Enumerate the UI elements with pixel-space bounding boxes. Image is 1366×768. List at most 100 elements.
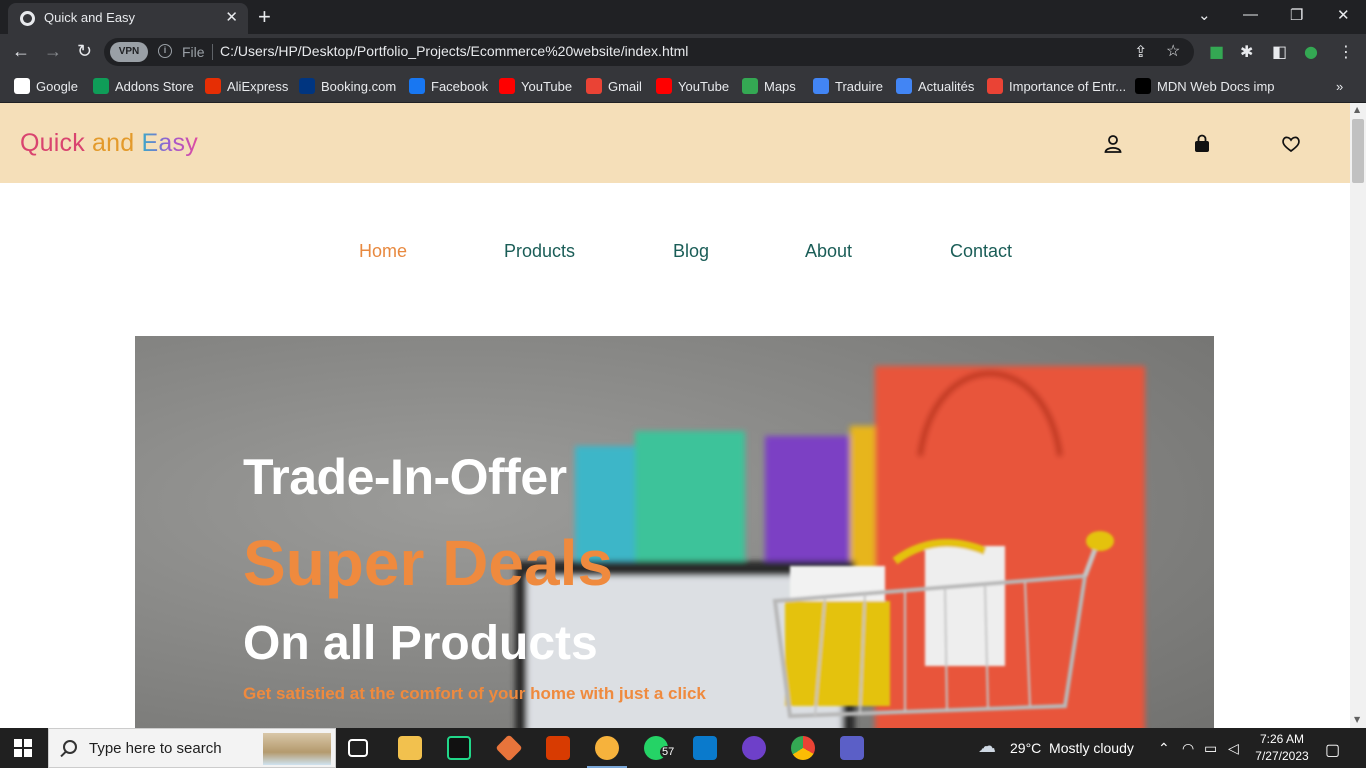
bookmark-label: Facebook xyxy=(431,78,489,94)
bookmark-item[interactable]: Actualités xyxy=(896,77,974,95)
nav-home[interactable]: Home xyxy=(359,241,407,262)
extensions-puzzle-icon[interactable]: ✱ xyxy=(1240,42,1253,61)
github-desktop-icon[interactable] xyxy=(742,736,766,760)
tab-close-button[interactable]: ✕ xyxy=(225,8,238,26)
menu-kebab-icon[interactable]: ⋮ xyxy=(1338,42,1354,61)
url-text[interactable]: C:/Users/HP/Desktop/Portfolio_Projects/E… xyxy=(220,43,688,59)
search-placeholder: Type here to search xyxy=(89,740,222,757)
weather-text[interactable]: 29°C Mostly cloudy xyxy=(1010,740,1134,756)
scroll-down-icon[interactable]: ▼ xyxy=(1354,715,1362,724)
notifications-icon[interactable]: ▢ xyxy=(1325,740,1340,760)
youtube-icon xyxy=(499,78,515,94)
wifi-icon[interactable]: ◠ xyxy=(1182,740,1194,757)
search-highlight-image[interactable] xyxy=(263,733,331,765)
chrome-icon[interactable] xyxy=(791,736,815,760)
heart-icon[interactable] xyxy=(1280,133,1302,155)
bookmark-label: Addons Store xyxy=(115,78,194,94)
bookmark-item[interactable]: YouTube xyxy=(656,77,729,95)
bookmark-item[interactable]: YouTube xyxy=(499,77,572,95)
addons-icon xyxy=(93,78,109,94)
gmail-icon xyxy=(586,78,602,94)
hero-title-trade-in: Trade-In-Offer xyxy=(243,449,567,505)
nav-about[interactable]: About xyxy=(805,241,852,262)
nav-blog[interactable]: Blog xyxy=(673,241,709,262)
vscode-icon[interactable] xyxy=(693,736,717,760)
volume-icon[interactable]: ◁ xyxy=(1228,740,1239,757)
nav-contact[interactable]: Contact xyxy=(950,241,1012,262)
bookmark-item[interactable]: Booking.com xyxy=(299,77,396,95)
user-icon[interactable] xyxy=(1102,133,1124,155)
teams-icon[interactable] xyxy=(840,736,864,760)
weather-cloud-icon[interactable]: ☁ xyxy=(978,736,996,757)
file-explorer-icon[interactable] xyxy=(398,736,422,760)
shopping-bag-icon[interactable] xyxy=(1191,133,1213,155)
system-clock[interactable]: 7:26 AM 7/27/2023 xyxy=(1252,731,1312,765)
bookmark-item[interactable]: MDN Web Docs imp xyxy=(1135,77,1275,95)
extension-lock-icon[interactable]: ■ xyxy=(1209,42,1224,61)
browser-app-icon[interactable] xyxy=(587,736,627,768)
mdn-icon xyxy=(1135,78,1151,94)
site-logo[interactable]: Quick and Easy xyxy=(20,129,198,158)
minimize-button[interactable]: — xyxy=(1243,6,1258,23)
globe-icon xyxy=(20,11,35,26)
bookmark-label: YouTube xyxy=(521,78,573,94)
main-nav: Home Products Blog About Contact xyxy=(0,241,1350,271)
whatsapp-badge: 57 xyxy=(660,746,677,758)
bookmark-item[interactable]: Gmail xyxy=(586,77,642,95)
bookmark-label: Maps xyxy=(764,78,796,94)
git-icon[interactable] xyxy=(495,734,523,762)
page-viewport: Quick and Easy Home Products Blog About … xyxy=(0,103,1350,728)
clock-time: 7:26 AM xyxy=(1259,732,1305,746)
bookmark-label: Gmail xyxy=(608,78,642,94)
back-icon[interactable]: ← xyxy=(12,41,30,62)
address-bar[interactable]: VPN i File C:/Users/HP/Desktop/Portfolio… xyxy=(104,38,1194,66)
scroll-thumb[interactable] xyxy=(1352,119,1364,183)
bookmark-item[interactable]: Importance of Entr... xyxy=(987,77,1126,95)
pycharm-icon[interactable] xyxy=(447,736,471,760)
news-icon xyxy=(896,78,912,94)
side-panel-icon[interactable]: ◧ xyxy=(1272,42,1287,61)
bookmark-label: Importance of Entr... xyxy=(1009,78,1127,94)
bookmark-item[interactable]: Addons Store xyxy=(93,77,194,95)
bookmark-label: Actualités xyxy=(918,78,975,94)
hero-tagline: Get satistied at the comfort of your hom… xyxy=(243,684,706,703)
bookmark-item[interactable]: Facebook xyxy=(409,77,488,95)
bookmark-star-icon[interactable]: ☆ xyxy=(1166,41,1180,61)
bookmark-label: Traduire xyxy=(835,78,883,94)
tray-chevron-icon[interactable]: ⌃ xyxy=(1158,740,1170,757)
bookmarks-more-button[interactable]: » xyxy=(1336,77,1343,95)
task-view-icon[interactable] xyxy=(348,739,368,757)
vpn-badge[interactable]: VPN xyxy=(110,42,148,62)
battery-icon[interactable]: ▭ xyxy=(1204,740,1217,757)
gmail-icon xyxy=(987,78,1003,94)
facebook-icon xyxy=(409,78,425,94)
nav-products[interactable]: Products xyxy=(504,241,575,262)
tab-search-button[interactable]: ⌄ xyxy=(1198,6,1211,24)
bookmark-item[interactable]: Maps xyxy=(742,77,796,95)
shield-check-icon[interactable]: ● xyxy=(1304,42,1318,61)
scroll-up-icon[interactable]: ▲ xyxy=(1354,105,1362,114)
tab-title: Quick and Easy xyxy=(44,10,136,25)
search-icon xyxy=(63,740,77,754)
windows-start-icon[interactable] xyxy=(14,739,32,757)
bookmark-item[interactable]: Traduire xyxy=(813,77,883,95)
office-icon[interactable] xyxy=(546,736,570,760)
browser-tab[interactable]: Quick and Easy ✕ xyxy=(8,3,248,34)
bookmark-item[interactable]: AliExpress xyxy=(205,77,288,95)
taskbar-search[interactable]: Type here to search xyxy=(48,728,336,768)
forward-icon[interactable]: → xyxy=(44,41,62,62)
restore-button[interactable]: ❐ xyxy=(1290,6,1303,24)
windows-taskbar: Type here to search 57 ☁ 29°C Mostly clo… xyxy=(0,728,1366,768)
share-icon[interactable]: ⇪ xyxy=(1134,42,1147,62)
aliexpress-icon xyxy=(205,78,221,94)
bookmark-item[interactable]: Google xyxy=(14,77,78,95)
bookmark-label: MDN Web Docs imp xyxy=(1157,78,1275,94)
bookmark-label: Booking.com xyxy=(321,78,397,94)
hero-title-super-deals: Super Deals xyxy=(243,527,613,599)
window-close-button[interactable]: ✕ xyxy=(1337,6,1350,24)
new-tab-button[interactable]: + xyxy=(258,4,271,30)
page-scrollbar[interactable]: ▲ ▼ xyxy=(1350,103,1366,728)
info-icon[interactable]: i xyxy=(158,44,172,58)
translate-icon xyxy=(813,78,829,94)
reload-icon[interactable]: ↻ xyxy=(77,41,92,62)
